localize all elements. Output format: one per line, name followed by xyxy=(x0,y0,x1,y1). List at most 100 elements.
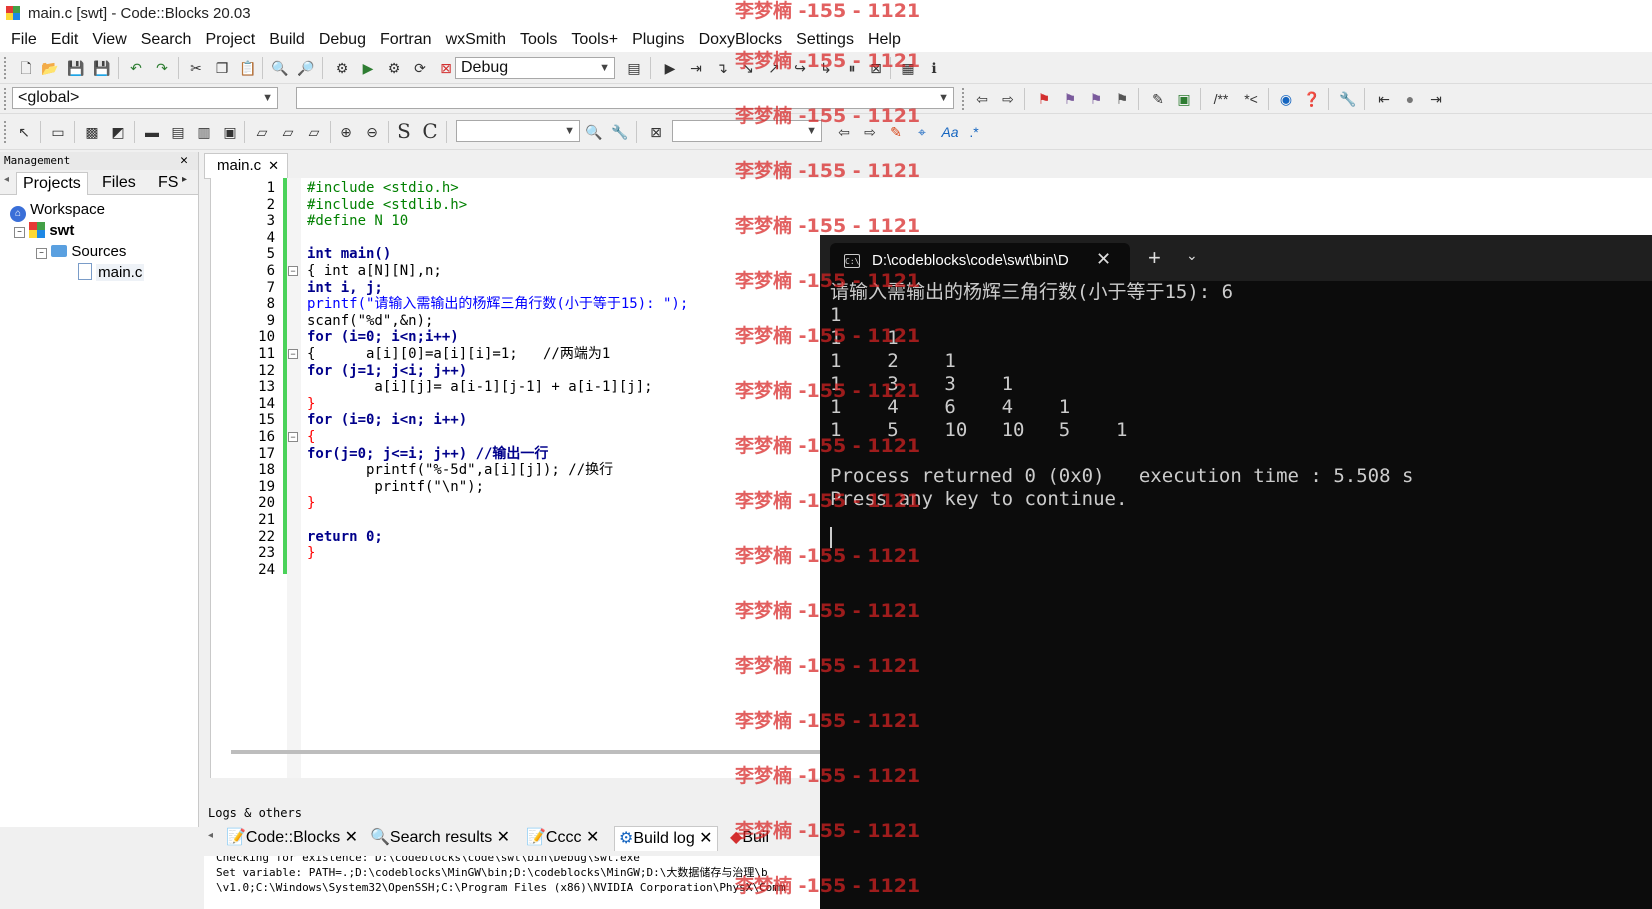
close-icon[interactable]: ✕ xyxy=(345,829,358,846)
pointer-icon[interactable]: ↖ xyxy=(14,122,34,142)
fold-toggle-icon[interactable]: − xyxy=(288,266,298,276)
menu-file[interactable]: File xyxy=(4,31,44,49)
debug-start-icon[interactable]: ▶ xyxy=(660,58,680,78)
bookmark-next-icon[interactable]: ⚑ xyxy=(1086,89,1106,109)
menu-debug[interactable]: Debug xyxy=(312,31,373,49)
c-button[interactable]: C xyxy=(420,121,440,141)
build-gear-icon[interactable]: ⚙ xyxy=(332,58,352,78)
doxy-block-comment-button[interactable]: /** xyxy=(1208,89,1234,109)
tab-fs[interactable]: FS xyxy=(152,172,184,194)
terminal-window[interactable]: C:\ D:\codeblocks\code\swt\bin\D ✕ + ⌄ 请… xyxy=(820,235,1652,909)
open-file-icon[interactable]: 📂 xyxy=(40,58,60,78)
search-combo[interactable]: ▼ xyxy=(456,120,580,142)
menu-tools[interactable]: Tools xyxy=(513,31,564,49)
collapse-icon[interactable]: − xyxy=(36,248,47,259)
build-and-run-icon[interactable]: ⚙ xyxy=(384,58,404,78)
tab-scroll-left-icon[interactable]: ◂ xyxy=(4,174,9,185)
new-tab-plus-icon[interactable]: + xyxy=(1148,245,1161,271)
panel-top-icon[interactable]: ▤ xyxy=(168,122,188,142)
clear-search-icon[interactable]: ⊠ xyxy=(646,122,666,142)
menu-plugins[interactable]: Plugins xyxy=(625,31,691,49)
tab-cccc[interactable]: 📝Cccc ✕ xyxy=(526,826,599,850)
build-target-select[interactable]: Debug ▼ xyxy=(455,57,615,79)
tab-scroll-right-icon[interactable]: ▸ xyxy=(182,174,187,185)
paste-icon[interactable]: 📋 xyxy=(238,58,258,78)
extract-icon[interactable]: ▣ xyxy=(1174,89,1194,109)
tree-item-main-c[interactable]: main.c xyxy=(78,263,145,283)
wizard-icon[interactable]: ✎ xyxy=(1148,89,1168,109)
cut-icon[interactable]: ✂ xyxy=(186,58,206,78)
run-to-cursor-icon[interactable]: ⇥ xyxy=(686,58,706,78)
chevron-down-icon[interactable]: ⌄ xyxy=(1186,247,1198,264)
tag-icon[interactable]: ▱ xyxy=(252,122,272,142)
frame-icon[interactable]: ▭ xyxy=(48,122,68,142)
bookmark-clear-icon[interactable]: ⚑ xyxy=(1112,89,1132,109)
close-icon[interactable]: ✕ xyxy=(497,829,510,846)
next-line-icon[interactable]: ↴ xyxy=(712,58,732,78)
tab-search-results[interactable]: 🔍Search results ✕ xyxy=(370,826,510,850)
tag-right-icon[interactable]: ▱ xyxy=(304,122,324,142)
close-icon[interactable]: ✕ xyxy=(1096,249,1111,270)
zoom-out-icon[interactable]: ⊖ xyxy=(362,122,382,142)
find-icon[interactable]: 🔍 xyxy=(270,58,290,78)
chm-help-icon[interactable]: ❓ xyxy=(1302,89,1322,109)
menu-edit[interactable]: Edit xyxy=(44,31,86,49)
close-icon[interactable]: ✕ xyxy=(586,829,599,846)
save-icon[interactable]: 💾 xyxy=(66,58,86,78)
menu-build[interactable]: Build xyxy=(262,31,312,49)
zoom-in-icon[interactable]: ⊕ xyxy=(336,122,356,142)
html-help-icon[interactable]: ◉ xyxy=(1276,89,1296,109)
rebuild-icon[interactable]: ⟳ xyxy=(410,58,430,78)
tree-item-workspace[interactable]: ⌂ Workspace xyxy=(10,200,105,222)
match-case-button[interactable]: Aa xyxy=(938,122,962,142)
menu-view[interactable]: View xyxy=(85,31,133,49)
close-icon[interactable]: ✕ xyxy=(180,152,188,170)
tree-item-sources[interactable]: − Sources xyxy=(36,242,126,262)
undo-icon[interactable]: ↶ xyxy=(126,58,146,78)
save-all-icon[interactable]: 💾 xyxy=(92,58,112,78)
bookmark-prev-icon[interactable]: ⚑ xyxy=(1060,89,1080,109)
regex-button[interactable]: .* xyxy=(964,122,984,142)
replace-icon[interactable]: 🔎 xyxy=(296,58,316,78)
doxy-line-comment-button[interactable]: *< xyxy=(1238,89,1264,109)
tab-codeblocks-log[interactable]: 📝Code::Blocks ✕ xyxy=(226,826,358,850)
preferences-wrench-icon[interactable]: 🔧 xyxy=(1338,89,1358,109)
tab-scroll-left-icon[interactable]: ◂ xyxy=(208,830,213,841)
fold-toggle-icon[interactable]: − xyxy=(288,432,298,442)
redo-icon[interactable]: ↷ xyxy=(152,58,172,78)
tag-left-icon[interactable]: ▱ xyxy=(278,122,298,142)
menu-fortran[interactable]: Fortran xyxy=(373,31,439,49)
menu-wxsmith[interactable]: wxSmith xyxy=(439,31,513,49)
collapse-icon[interactable]: − xyxy=(14,227,25,238)
bookmark-toggle-icon[interactable]: ⚑ xyxy=(1034,89,1054,109)
close-icon[interactable]: ✕ xyxy=(268,154,279,178)
flex-sizer-icon[interactable]: ◩ xyxy=(108,122,128,142)
tree-item-project[interactable]: − swt xyxy=(14,221,74,241)
abort-icon[interactable]: ⊠ xyxy=(436,58,456,78)
info-icon[interactable]: ℹ xyxy=(924,58,944,78)
prev-changed-line-icon[interactable]: ⇤ xyxy=(1374,89,1394,109)
grid-sizer-icon[interactable]: ▩ xyxy=(82,122,102,142)
panel-bottom-icon[interactable]: ▥ xyxy=(194,122,214,142)
next-changed-line-icon[interactable]: ⇥ xyxy=(1426,89,1446,109)
search-options-icon[interactable]: 🔧 xyxy=(610,122,630,142)
s-button[interactable]: S xyxy=(394,121,414,141)
tab-main-c[interactable]: main.c ✕ xyxy=(204,153,288,178)
menu-tools-plus[interactable]: Tools+ xyxy=(564,31,625,49)
fold-toggle-icon[interactable]: − xyxy=(288,349,298,359)
dot-icon[interactable]: ● xyxy=(1400,89,1420,109)
tab-projects[interactable]: Projects xyxy=(16,172,88,195)
menu-project[interactable]: Project xyxy=(198,31,262,49)
copy-icon[interactable]: ❐ xyxy=(212,58,232,78)
run-icon[interactable]: ▶ xyxy=(358,58,378,78)
tab-build-log[interactable]: ⚙Build log ✕ xyxy=(614,826,718,851)
scope-select[interactable]: <global> ▼ xyxy=(12,87,278,109)
menu-search[interactable]: Search xyxy=(134,31,199,49)
search-go-icon[interactable]: 🔍 xyxy=(584,122,604,142)
panel-icon[interactable]: ▬ xyxy=(142,122,162,142)
tab-files[interactable]: Files xyxy=(96,172,142,194)
close-icon[interactable]: ✕ xyxy=(699,830,712,847)
target-options-icon[interactable]: ▤ xyxy=(624,58,644,78)
panel-full-icon[interactable]: ▣ xyxy=(220,122,240,142)
jump-back-icon[interactable]: ⇦ xyxy=(972,89,992,109)
